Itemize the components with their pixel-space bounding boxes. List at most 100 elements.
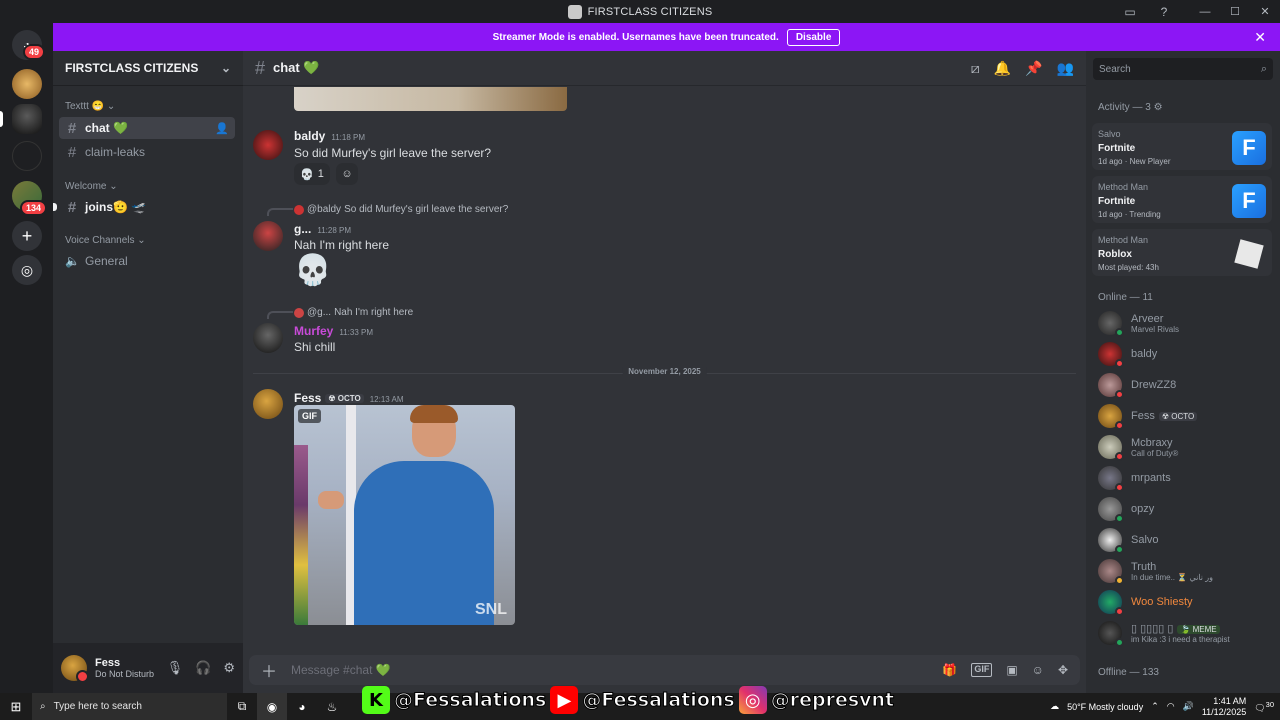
- reaction-skull[interactable]: 💀 1: [294, 163, 330, 185]
- weather-text[interactable]: 50°F Mostly cloudy: [1067, 702, 1143, 712]
- server-dog[interactable]: [12, 69, 42, 99]
- apps-icon[interactable]: ✥: [1058, 663, 1068, 677]
- task-view-icon[interactable]: ⧉: [227, 693, 257, 720]
- activity-card[interactable]: Salvo Fortnite 1d ago · New Player F: [1092, 123, 1272, 170]
- plus-icon[interactable]: ＋: [261, 658, 277, 682]
- taskbar-search[interactable]: ⌕ Type here to search: [32, 693, 227, 720]
- member-activity: im Kika :3 i need a therapist: [1131, 635, 1230, 644]
- discord-icon[interactable]: ◕: [287, 693, 317, 720]
- server-firstclass[interactable]: [12, 104, 42, 134]
- avatar[interactable]: [253, 221, 283, 251]
- guild-tag[interactable]: 🍃 MEME: [1177, 624, 1220, 634]
- author-name[interactable]: baldy: [294, 129, 325, 143]
- member-item[interactable]: Fess ☢ OCTO: [1098, 402, 1274, 430]
- author-name[interactable]: Murfey: [294, 324, 333, 338]
- invite-icon[interactable]: 👤: [215, 122, 229, 135]
- member-name: Truth: [1131, 560, 1157, 573]
- emoji-icon[interactable]: ☺: [1032, 663, 1044, 677]
- activity-card[interactable]: Method Man Roblox Most played: 43h: [1092, 229, 1272, 276]
- image-attachment[interactable]: [294, 87, 567, 111]
- channel-chat[interactable]: # chat 💚 👤: [59, 117, 235, 139]
- member-item[interactable]: Truth In due time.. ⏳ ور ناني: [1098, 557, 1274, 585]
- members-icon[interactable]: 👥: [1057, 60, 1074, 77]
- author-name[interactable]: g...: [294, 222, 311, 236]
- weather-icon[interactable]: ☁: [1050, 701, 1059, 712]
- category-texttt[interactable]: Texttt 😁 ⌄: [53, 101, 127, 112]
- reply-preview[interactable]: @g... Nah I'm right here: [294, 307, 413, 318]
- message-text: Shi chill: [294, 340, 336, 354]
- chrome-icon[interactable]: ◉: [257, 693, 287, 720]
- guild-tag[interactable]: ☢ OCTO: [325, 394, 364, 404]
- bell-icon[interactable]: 🔔: [994, 60, 1011, 77]
- add-server-icon[interactable]: +: [12, 221, 42, 251]
- gift-icon[interactable]: 🎁: [942, 663, 957, 677]
- close-button[interactable]: ✕: [1250, 0, 1280, 23]
- member-item[interactable]: Woo Shiesty: [1098, 588, 1274, 616]
- status-dot: [1115, 328, 1124, 337]
- guild-tag[interactable]: ☢ OCTO: [1158, 411, 1198, 421]
- streamer-mode-banner: Streamer Mode is enabled. Usernames have…: [53, 23, 1280, 51]
- message-author[interactable]: baldy 11:18 PM: [294, 129, 365, 143]
- help-icon[interactable]: ?: [1156, 4, 1172, 20]
- close-icon[interactable]: ✕: [1254, 29, 1266, 46]
- message-author[interactable]: g... 11:28 PM: [294, 222, 351, 236]
- member-item[interactable]: Salvo: [1098, 526, 1274, 554]
- clock[interactable]: 1:41 AM 11/12/2025: [1202, 696, 1246, 718]
- threads-icon[interactable]: ⧄: [971, 60, 980, 77]
- reaction-count: 1: [317, 168, 324, 180]
- avatar[interactable]: [253, 323, 283, 353]
- tray-chevron-icon[interactable]: ⌃: [1151, 701, 1159, 712]
- add-reaction-button[interactable]: ☺: [336, 163, 358, 185]
- inbox-icon[interactable]: ▭: [1122, 4, 1138, 20]
- disable-button[interactable]: Disable: [786, 28, 841, 46]
- server-name: FIRSTCLASS CITIZENS: [65, 61, 199, 75]
- pin-icon[interactable]: 📌: [1025, 60, 1042, 77]
- channel-general[interactable]: 🔈 General: [59, 250, 235, 272]
- avatar[interactable]: [61, 655, 89, 683]
- member-item[interactable]: Mcbraxy Call of Duty®: [1098, 433, 1274, 461]
- member-item[interactable]: mrpants: [1098, 464, 1274, 492]
- discover-icon[interactable]: ◎: [12, 255, 42, 285]
- member-item[interactable]: ▯ ▯▯▯▯ ▯ 🍃 MEME im Kika :3 i need a therap…: [1098, 619, 1274, 647]
- channel-claim-leaks[interactable]: # claim-leaks: [59, 141, 235, 163]
- gif-icon[interactable]: GIF: [971, 663, 993, 677]
- avatar: [1098, 342, 1124, 368]
- notification-icon[interactable]: 🗨30: [1254, 700, 1274, 714]
- avatar[interactable]: [253, 389, 283, 419]
- windows-start-icon[interactable]: ⊞: [0, 693, 32, 720]
- minimize-button[interactable]: —: [1190, 0, 1220, 23]
- reply-avatar: [294, 307, 304, 318]
- message-composer[interactable]: ＋ Message #chat 💚 🎁 GIF ▣ ☺ ✥: [249, 655, 1080, 685]
- avatar[interactable]: [253, 130, 283, 160]
- gear-icon[interactable]: ⚙: [223, 660, 235, 676]
- member-item[interactable]: DrewZZ8: [1098, 371, 1274, 399]
- network-icon[interactable]: ◠: [1167, 701, 1175, 712]
- channel-joins[interactable]: # joins🫡 🛫: [59, 196, 235, 218]
- member-item[interactable]: baldy: [1098, 340, 1274, 368]
- volume-icon[interactable]: 🔊: [1183, 701, 1194, 712]
- headphones-icon[interactable]: 🎧: [195, 660, 211, 676]
- activity-card[interactable]: Method Man Fortnite 1d ago · Trending F: [1092, 176, 1272, 223]
- reply-author[interactable]: @g...: [307, 307, 331, 318]
- message-author[interactable]: Murfey 11:33 PM: [294, 324, 373, 338]
- maximize-button[interactable]: ☐: [1220, 0, 1250, 23]
- search-input[interactable]: Search ⌕: [1093, 58, 1273, 80]
- category-welcome[interactable]: Welcome ⌄: [53, 181, 130, 192]
- sticker-icon[interactable]: ▣: [1006, 663, 1017, 677]
- category-voice[interactable]: Voice Channels ⌄: [53, 235, 158, 246]
- reply-author[interactable]: @baldy: [307, 204, 341, 215]
- fortnite-icon: F: [1232, 184, 1266, 218]
- server-header[interactable]: FIRSTCLASS CITIZENS ⌄: [53, 51, 243, 86]
- microphone-icon[interactable]: 🎙: [167, 660, 184, 676]
- gif-attachment[interactable]: GIF SNL: [294, 405, 515, 625]
- gear-icon[interactable]: ⚙: [1154, 102, 1163, 113]
- member-item[interactable]: Arveer Marvel Rivals: [1098, 309, 1274, 337]
- chat-area: # chat 💚 ⧄ 🔔 📌 👥 baldy 11:18 PM So did Mu…: [243, 51, 1086, 693]
- composer-placeholder[interactable]: Message #chat 💚: [291, 663, 391, 677]
- steam-icon[interactable]: ♨: [317, 693, 347, 720]
- author-name[interactable]: Fess: [294, 391, 321, 405]
- reply-preview[interactable]: @baldy So did Murfey's girl leave the se…: [294, 204, 508, 215]
- server-folder[interactable]: [12, 141, 42, 171]
- member-item[interactable]: opzy: [1098, 495, 1274, 523]
- message-author[interactable]: Fess ☢ OCTO 12:13 AM: [294, 391, 404, 405]
